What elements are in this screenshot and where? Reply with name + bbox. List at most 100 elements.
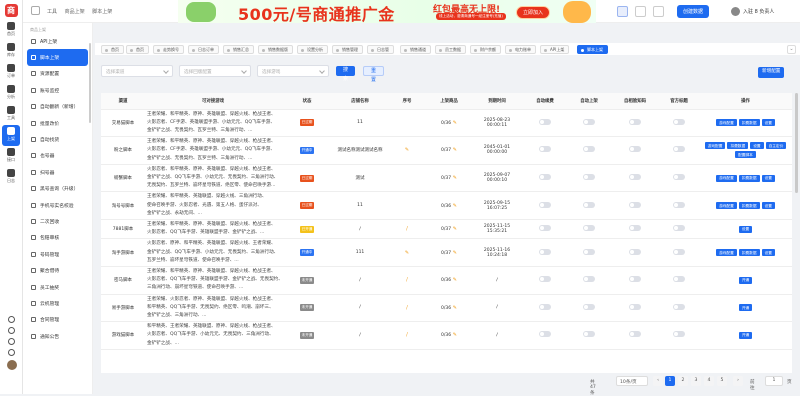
page-number[interactable]: 5 [717,376,727,386]
toggle-switch[interactable] [583,118,595,125]
toggle-switch[interactable] [629,303,641,310]
channel-select[interactable]: 选择渠道 [101,65,173,77]
tab-item[interactable]: 日志管 [367,45,394,54]
toggle-switch[interactable] [673,146,685,153]
sidebar-item[interactable]: 合同管理 [27,312,88,328]
store-icon[interactable] [653,6,664,17]
breadcrumb-item[interactable]: 工具 [47,9,57,15]
op-button[interactable]: 配置脚本 [735,151,756,159]
op-button[interactable]: 游戏配置 [716,202,737,210]
prev-page-icon[interactable]: ‹ [653,376,663,386]
op-button[interactable]: 开通 [738,304,753,312]
reset-button[interactable]: 重置 [363,66,385,83]
number-value[interactable]: ✎ [405,250,409,256]
rail-item-3[interactable]: 分析 [0,83,22,104]
toggle-switch[interactable] [629,276,641,283]
page-number[interactable]: 4 [704,376,714,386]
create-data-button[interactable]: 创建数据 [677,5,710,18]
user-menu[interactable]: 入驻 8 负责人 [731,7,774,16]
tabs-more-icon[interactable]: ⌄ [787,45,796,54]
toggle-switch[interactable] [673,118,685,125]
toggle-switch[interactable] [539,331,551,338]
number-value[interactable]: ✎ [405,147,409,153]
sidebar-item[interactable]: 员工抽奖 [27,279,88,295]
banner-join-button[interactable]: 立即加入 [516,6,551,19]
page-number[interactable]: 2 [678,376,688,386]
op-button[interactable]: 设置 [761,249,775,257]
sidebar-item[interactable]: API上架 [27,33,88,49]
sidebar-item[interactable]: 通知公告 [27,328,88,344]
toggle-switch[interactable] [629,146,641,153]
toggle-switch[interactable] [583,331,595,338]
toggle-switch[interactable] [583,303,595,310]
tab-item[interactable]: 首页 [101,45,124,54]
tab-item[interactable]: 销售管理 [332,45,363,54]
tab-item[interactable]: 销售汇总 [223,45,254,54]
sidebar-item[interactable]: 扫号器 [27,164,88,180]
rail-item-2[interactable]: 订单 [0,62,22,83]
sidebar-scrollbar[interactable] [89,43,91,123]
toggle-switch[interactable] [583,201,595,208]
op-button[interactable]: 扣费数据 [738,119,760,127]
toggle-switch[interactable] [673,201,685,208]
sidebar-item[interactable]: 自动找货 [27,131,88,147]
tab-item[interactable]: 员工数据 [435,45,466,54]
toggle-switch[interactable] [629,225,641,232]
tab-item[interactable]: 财户余额 [470,45,501,54]
goto-page-input[interactable]: 1 [765,376,783,386]
op-button[interactable]: 设置 [750,142,764,150]
edit-icon[interactable]: ✎ [451,277,457,283]
edit-icon[interactable]: ✎ [451,250,457,256]
tab-item[interactable]: 首页 [126,45,149,54]
sidebar-item[interactable]: 号码管理 [27,246,88,262]
sidebar-item[interactable]: 手机号实名校验 [27,197,88,213]
sidebar-item[interactable]: 包赔审核 [27,230,88,246]
toggle-switch[interactable] [583,146,595,153]
avatar[interactable] [6,360,17,370]
tab-item[interactable]: API上架 [540,45,570,54]
add-config-button[interactable]: 新增配置 [758,67,785,78]
toggle-switch[interactable] [539,174,551,181]
search-button[interactable]: 搜索 [336,66,356,82]
toggle-switch[interactable] [673,174,685,181]
toggle-switch[interactable] [629,201,641,208]
edit-icon[interactable]: ✎ [451,203,457,209]
toggle-switch[interactable] [539,303,551,310]
toggle-switch[interactable] [539,248,551,255]
sidebar-item[interactable]: 自动翻新（新增） [27,99,88,115]
op-button[interactable]: 设置 [761,174,775,182]
sidebar-item[interactable]: 也号器 [27,148,88,164]
bell-icon[interactable] [8,316,15,323]
collapse-sidebar-icon[interactable] [31,6,40,15]
op-button[interactable]: 开通 [738,331,753,339]
sidebar-item[interactable]: 黑号查询（升级） [27,181,88,197]
toggle-switch[interactable] [673,248,685,255]
page-number[interactable]: 1 [665,376,675,386]
toggle-switch[interactable] [539,225,551,232]
rail-item-1[interactable]: 库存 [0,41,22,62]
toggle-switch[interactable] [539,146,551,153]
edit-icon[interactable]: ✎ [451,305,457,311]
sidebar-item[interactable]: 资源配置 [27,66,88,82]
edit-icon[interactable]: ✎ [451,332,457,338]
sidebar-item[interactable]: 批量改价 [27,115,88,131]
sidebar-item[interactable]: 账号监控 [27,82,88,98]
op-button[interactable]: 游戏配置 [716,249,737,257]
toggle-switch[interactable] [629,331,641,338]
toggle-switch[interactable] [583,248,595,255]
op-button[interactable]: 扣费数据 [738,202,760,210]
rail-item-4[interactable]: 工具 [0,104,22,125]
edit-icon[interactable]: ✎ [451,175,457,181]
rail-item-0[interactable]: 首页 [0,20,22,41]
notification-icon[interactable] [635,6,646,17]
tab-item[interactable]: 日志订单 [188,45,219,54]
sidebar-item[interactable]: 聚合借待 [27,262,88,278]
toggle-switch[interactable] [673,276,685,283]
op-button[interactable]: 游戏配置 [716,174,737,182]
sidebar-item[interactable]: 二次回收 [27,213,88,229]
op-button[interactable]: 开通 [738,276,753,284]
service-icon[interactable] [8,349,15,356]
rail-item-6[interactable]: 接口 [0,146,22,167]
edit-icon[interactable]: ✎ [451,226,457,232]
toggle-switch[interactable] [539,118,551,125]
